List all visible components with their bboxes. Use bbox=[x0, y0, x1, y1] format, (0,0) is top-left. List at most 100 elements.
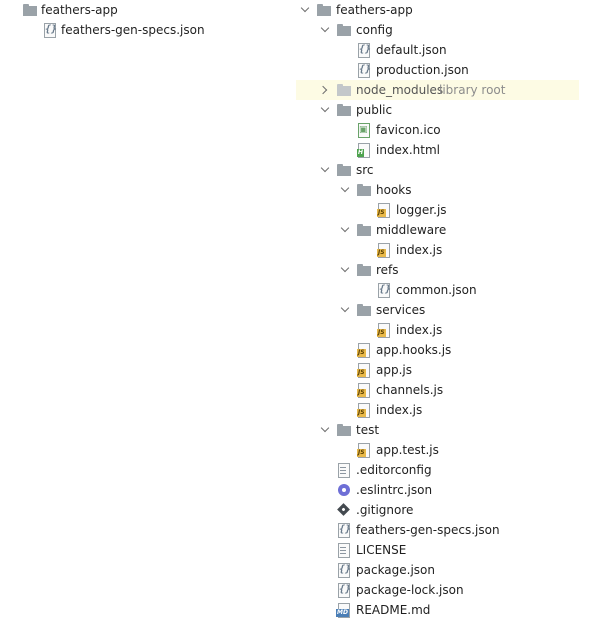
tree-row-default-json[interactable]: {} default.json bbox=[296, 40, 579, 60]
tree-row-readme[interactable]: MD README.md bbox=[296, 600, 579, 620]
tree-row-hooks[interactable]: hooks bbox=[296, 180, 579, 200]
js-file-icon: JS bbox=[376, 242, 392, 258]
folder-icon bbox=[22, 2, 38, 18]
tree-item-label: feathers-gen-specs.json bbox=[356, 523, 500, 537]
json-file-icon: {} bbox=[336, 522, 352, 538]
json-file-icon: {} bbox=[336, 582, 352, 598]
tree-row-app-hooks-js[interactable]: JS app.hooks.js bbox=[296, 340, 579, 360]
tree-row-package-lock-json[interactable]: {} package-lock.json bbox=[296, 580, 579, 600]
chevron-down-icon[interactable] bbox=[340, 220, 352, 240]
tree-row-src[interactable]: src bbox=[296, 160, 579, 180]
eslint-file-icon bbox=[336, 482, 352, 498]
tree-row-public[interactable]: public bbox=[296, 100, 579, 120]
markdown-file-icon: MD bbox=[336, 602, 352, 618]
tree-item-label: services bbox=[376, 303, 426, 317]
tree-row-refs[interactable]: refs bbox=[296, 260, 579, 280]
tree-item-label: feathers-app bbox=[336, 3, 413, 17]
tree-row-services[interactable]: services bbox=[296, 300, 579, 320]
tree-row-feathers-app-root[interactable]: feathers-app bbox=[296, 0, 579, 20]
config-file-icon bbox=[336, 462, 352, 478]
chevron-down-icon[interactable] bbox=[320, 420, 332, 440]
tree-row-favicon[interactable]: ▣ favicon.ico bbox=[296, 120, 579, 140]
tree-row-middleware[interactable]: middleware bbox=[296, 220, 579, 240]
tree-row-src-index-js[interactable]: JS index.js bbox=[296, 400, 579, 420]
tree-item-label: index.html bbox=[376, 143, 440, 157]
tree-row-config[interactable]: config bbox=[296, 20, 579, 40]
tree-row-services-index-js[interactable]: JS index.js bbox=[296, 320, 579, 340]
tree-item-label: app.js bbox=[376, 363, 412, 377]
chevron-down-icon[interactable] bbox=[340, 300, 352, 320]
js-file-icon: JS bbox=[376, 202, 392, 218]
tree-item-label: index.js bbox=[396, 243, 443, 257]
chevron-down-icon[interactable] bbox=[320, 100, 332, 120]
tree-row-common-json[interactable]: {} common.json bbox=[296, 280, 579, 300]
folder-icon bbox=[336, 82, 352, 98]
tree-row-test[interactable]: test bbox=[296, 420, 579, 440]
folder-icon bbox=[336, 162, 352, 178]
chevron-down-icon[interactable] bbox=[340, 260, 352, 280]
chevron-down-icon[interactable] bbox=[340, 180, 352, 200]
js-file-icon: JS bbox=[356, 362, 372, 378]
tree-item-label: package.json bbox=[356, 563, 436, 577]
tree-row-logger-js[interactable]: JS logger.js bbox=[296, 200, 579, 220]
tree-item-label: feathers-gen-specs.json bbox=[61, 23, 205, 37]
left-project-tree: feathers-app {} feathers-gen-specs.json bbox=[0, 0, 290, 40]
tree-row-editorconfig[interactable]: .editorconfig bbox=[296, 460, 579, 480]
tree-item-label: config bbox=[356, 23, 393, 37]
tree-item-label: .gitignore bbox=[356, 503, 414, 517]
json-file-icon: {} bbox=[42, 22, 58, 38]
chevron-right-icon[interactable] bbox=[320, 80, 332, 100]
tree-row-license[interactable]: LICENSE bbox=[296, 540, 579, 560]
tree-row-node-modules[interactable]: node_modules library root bbox=[296, 80, 579, 100]
folder-icon bbox=[336, 422, 352, 438]
json-file-icon: {} bbox=[356, 42, 372, 58]
tree-item-label: README.md bbox=[356, 603, 431, 617]
tree-item-label: .eslintrc.json bbox=[356, 483, 433, 497]
json-file-icon: {} bbox=[376, 282, 392, 298]
tree-item-label: test bbox=[356, 423, 380, 437]
tree-item-label: app.test.js bbox=[376, 443, 439, 457]
folder-icon bbox=[336, 102, 352, 118]
tree-row-eslintrc[interactable]: .eslintrc.json bbox=[296, 480, 579, 500]
tree-row-feathers-gen-specs[interactable]: {} feathers-gen-specs.json bbox=[0, 20, 290, 40]
tree-item-label: app.hooks.js bbox=[376, 343, 452, 357]
tree-row-feathers-app-root[interactable]: feathers-app bbox=[0, 0, 290, 20]
tree-item-label: middleware bbox=[376, 223, 447, 237]
tree-item-label: public bbox=[356, 103, 393, 117]
tree-row-package-json[interactable]: {} package.json bbox=[296, 560, 579, 580]
folder-icon bbox=[356, 222, 372, 238]
tree-row-index-html[interactable]: H index.html bbox=[296, 140, 579, 160]
tree-item-label: common.json bbox=[396, 283, 477, 297]
chevron-down-icon[interactable] bbox=[320, 20, 332, 40]
git-file-icon bbox=[336, 502, 352, 518]
tree-row-gitignore[interactable]: .gitignore bbox=[296, 500, 579, 520]
chevron-down-icon[interactable] bbox=[320, 160, 332, 180]
tree-item-label: index.js bbox=[376, 403, 423, 417]
json-file-icon: {} bbox=[336, 562, 352, 578]
tree-item-label: src bbox=[356, 163, 374, 177]
folder-icon bbox=[356, 262, 372, 278]
tree-item-label: hooks bbox=[376, 183, 412, 197]
folder-icon bbox=[336, 22, 352, 38]
tree-item-label: .editorconfig bbox=[356, 463, 432, 477]
tree-row-middleware-index-js[interactable]: JS index.js bbox=[296, 240, 579, 260]
js-file-icon: JS bbox=[356, 342, 372, 358]
js-file-icon: JS bbox=[356, 382, 372, 398]
image-file-icon: ▣ bbox=[356, 122, 372, 138]
tree-item-label: refs bbox=[376, 263, 399, 277]
tree-item-label: package-lock.json bbox=[356, 583, 464, 597]
tree-row-channels-js[interactable]: JS channels.js bbox=[296, 380, 579, 400]
tree-row-app-test-js[interactable]: JS app.test.js bbox=[296, 440, 579, 460]
tree-item-label: production.json bbox=[376, 63, 469, 77]
chevron-down-icon[interactable] bbox=[300, 0, 312, 20]
tree-item-label: feathers-app bbox=[41, 3, 118, 17]
tree-item-label: default.json bbox=[376, 43, 447, 57]
html-file-icon: H bbox=[356, 142, 372, 158]
tree-row-app-js[interactable]: JS app.js bbox=[296, 360, 579, 380]
text-file-icon bbox=[336, 542, 352, 558]
folder-icon bbox=[356, 302, 372, 318]
tree-row-feathers-gen-specs[interactable]: {} feathers-gen-specs.json bbox=[296, 520, 579, 540]
js-file-icon: JS bbox=[356, 402, 372, 418]
tree-row-production-json[interactable]: {} production.json bbox=[296, 60, 579, 80]
folder-icon bbox=[316, 2, 332, 18]
